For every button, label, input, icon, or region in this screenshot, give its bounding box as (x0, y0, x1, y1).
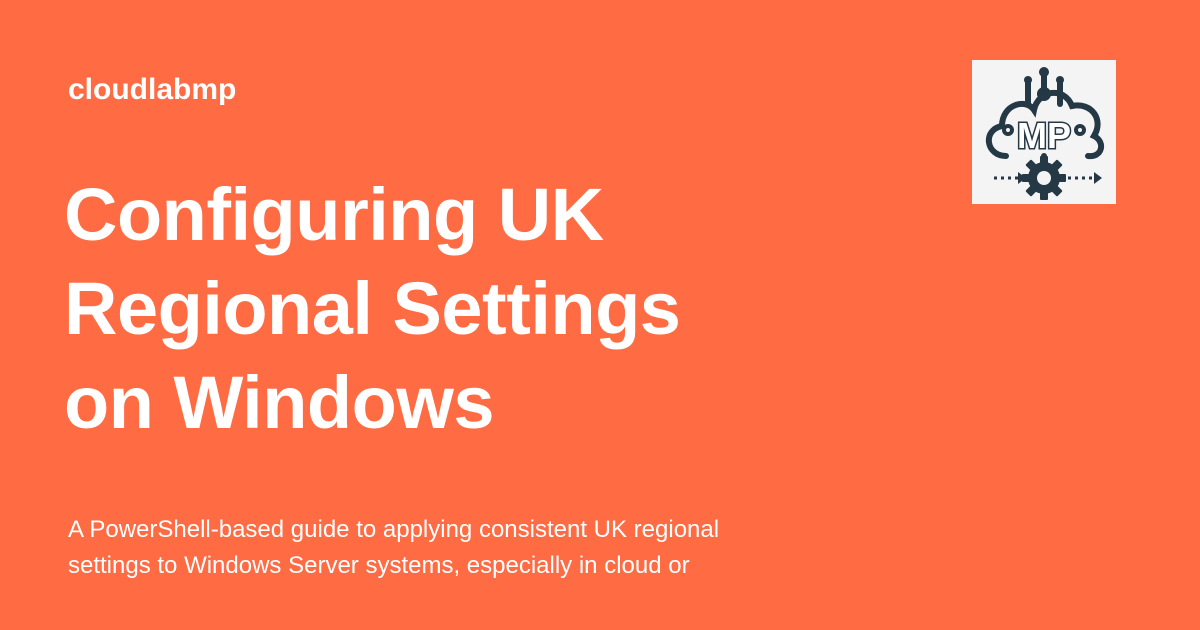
site-name[interactable]: cloudlabmp (68, 70, 236, 110)
cloud-gear-logo-icon: MP (985, 67, 1105, 200)
page-title: Configuring UK Regional Settings on Wind… (64, 168, 884, 450)
social-card: cloudlabmp Configuring UK Regional Setti… (0, 0, 1200, 630)
page-description-line: A PowerShell-based guide to applying con… (68, 516, 720, 543)
page-description-line: settings to Windows Server systems, espe… (68, 552, 690, 579)
logo-monogram: MP (1017, 115, 1071, 156)
site-logo[interactable]: MP (972, 60, 1116, 204)
page-title-line: on Windows (64, 361, 495, 444)
page-description: A PowerShell-based guide to applying con… (68, 512, 888, 584)
page-title-line: Regional Settings (64, 267, 681, 350)
page-title-line: Configuring UK (64, 173, 604, 256)
